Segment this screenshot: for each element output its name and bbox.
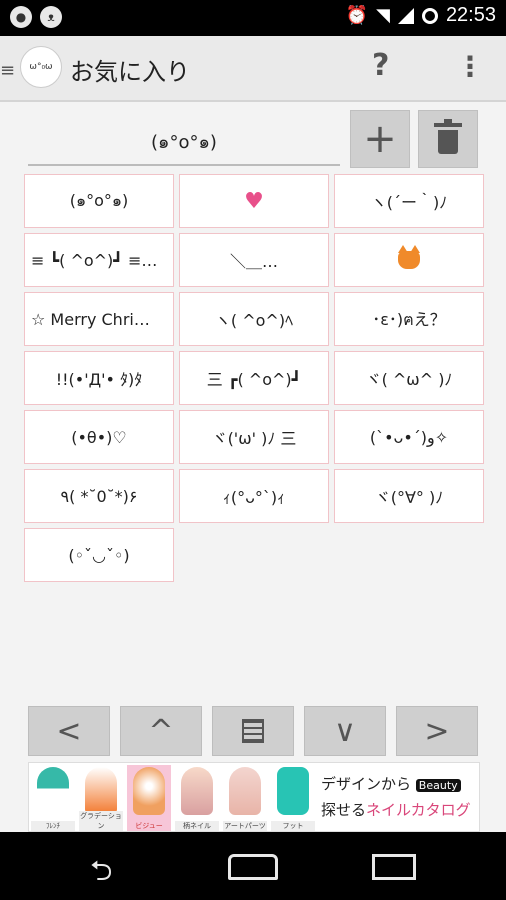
wifi-icon: ◥ <box>376 5 390 26</box>
back-icon[interactable]: ⮌ <box>90 850 112 898</box>
favorite-item[interactable]: ♥ <box>179 174 329 228</box>
favorite-item[interactable]: ヽ(´ー｀)ﾉ <box>334 174 484 228</box>
delete-button[interactable] <box>418 110 478 168</box>
favorite-item[interactable]: (`•ᴗ•´)و✧ <box>334 410 484 464</box>
nail-image <box>85 767 117 815</box>
drawer-menu-icon[interactable]: ≡ <box>0 60 15 81</box>
cat-notification-icon: ᴥ <box>40 6 62 28</box>
favorite-item[interactable]: ≡ ┗( ^o^)┛ ≡… <box>24 233 174 287</box>
favorite-item[interactable]: (๑°o°๑) <box>24 174 174 228</box>
notification-icon: ● <box>10 6 32 28</box>
navigation-row: < ^ ∨ > <box>28 706 480 756</box>
favorite-item[interactable]: (◦ˇ◡ˇ◦) <box>24 528 174 582</box>
signal-icon <box>397 7 414 24</box>
alarm-icon: ⏰ <box>345 5 369 26</box>
recent-apps-icon[interactable] <box>372 854 416 880</box>
scroll-up-button[interactable]: ^ <box>120 706 202 756</box>
scroll-down-button[interactable]: ∨ <box>304 706 386 756</box>
cat-face-icon <box>398 245 420 269</box>
prev-button[interactable]: < <box>28 706 110 756</box>
trash-icon <box>434 119 462 154</box>
favorite-item[interactable]: ヾ(°∀° )ﾉ <box>334 469 484 523</box>
ad-nail-item[interactable]: アートパーツ <box>223 765 267 831</box>
clock: 22:53 <box>445 4 496 26</box>
ad-nail-item[interactable]: ﾌﾚﾝﾁ <box>31 765 75 831</box>
chevron-down-icon: ∨ <box>334 713 356 749</box>
ad-headline: デザインから Beauty <box>321 773 461 794</box>
home-icon[interactable] <box>228 854 278 880</box>
page-title: お気に入り <box>70 58 190 86</box>
nail-image <box>133 767 165 815</box>
action-bar: ≡ ω°₀ω お気に入り ? ⋮ <box>0 36 506 102</box>
ad-nail-item[interactable]: 柄ネイル <box>175 765 219 831</box>
ad-nail-item[interactable]: ビジュー <box>127 765 171 831</box>
list-icon <box>242 719 264 743</box>
chevron-up-icon: ^ <box>148 713 174 749</box>
favorite-item[interactable]: 三 ┏( ^o^)┛ <box>179 351 329 405</box>
chevron-left-icon: < <box>56 713 82 749</box>
emoticon-input[interactable] <box>28 118 340 164</box>
beauty-logo: Beauty <box>415 779 461 792</box>
favorite-item[interactable]: !!(•'Д'• ﾀ)ﾀ <box>24 351 174 405</box>
app-logo[interactable]: ω°₀ω <box>20 46 62 88</box>
favorites-grid: (๑°o°๑) ♥ ヽ(´ー｀)ﾉ ≡ ┗( ^o^)┛ ≡… ＼＿… ☆ Me… <box>24 174 484 582</box>
plus-icon: + <box>363 116 397 162</box>
ad-subline: 探せるネイルカタログ <box>321 801 471 819</box>
favorite-item[interactable]: ｨ(°ᴗ°`)ｨ <box>179 469 329 523</box>
nail-image <box>181 767 213 815</box>
ad-nail-item[interactable]: グラデーション <box>79 765 123 831</box>
favorite-item[interactable] <box>334 233 484 287</box>
system-navigation-bar: ⮌ <box>0 832 506 900</box>
add-button[interactable]: + <box>350 110 410 168</box>
status-bar: ● ᴥ ⏰ ◥ 22:53 <box>0 0 506 36</box>
favorite-item[interactable]: ☆ Merry Chri… <box>24 292 174 346</box>
favorite-item[interactable]: ヾ('ω' )ﾉ 三 <box>179 410 329 464</box>
favorite-item[interactable]: ٩( *˘0˘*)۶ <box>24 469 174 523</box>
favorite-item[interactable]: ＼＿… <box>179 233 329 287</box>
favorite-item[interactable]: ヾ( ^ω^ )ﾉ <box>334 351 484 405</box>
favorite-item[interactable]: ヽ( ^o^)ﾍ <box>179 292 329 346</box>
help-button[interactable]: ? <box>372 48 389 83</box>
emoticon-input-area <box>28 118 340 166</box>
nail-image <box>37 767 69 815</box>
heart-icon: ♥ <box>244 188 264 214</box>
status-right: ⏰ ◥ 22:53 <box>346 4 496 27</box>
overflow-menu-button[interactable]: ⋮ <box>456 50 484 83</box>
list-button[interactable] <box>212 706 294 756</box>
chevron-right-icon: > <box>424 713 450 749</box>
nail-image <box>229 767 261 815</box>
status-left: ● ᴥ <box>10 6 62 28</box>
next-button[interactable]: > <box>396 706 478 756</box>
circle-icon <box>421 7 438 24</box>
favorite-item[interactable]: (•θ•)♡ <box>24 410 174 464</box>
ad-nail-item[interactable]: フット <box>271 765 315 831</box>
nail-image <box>277 767 309 815</box>
favorite-item[interactable]: ･ε･)ฅえ？ <box>334 292 484 346</box>
ad-banner[interactable]: ﾌﾚﾝﾁ グラデーション ビジュー 柄ネイル アートパーツ フット デザインから… <box>28 762 480 832</box>
